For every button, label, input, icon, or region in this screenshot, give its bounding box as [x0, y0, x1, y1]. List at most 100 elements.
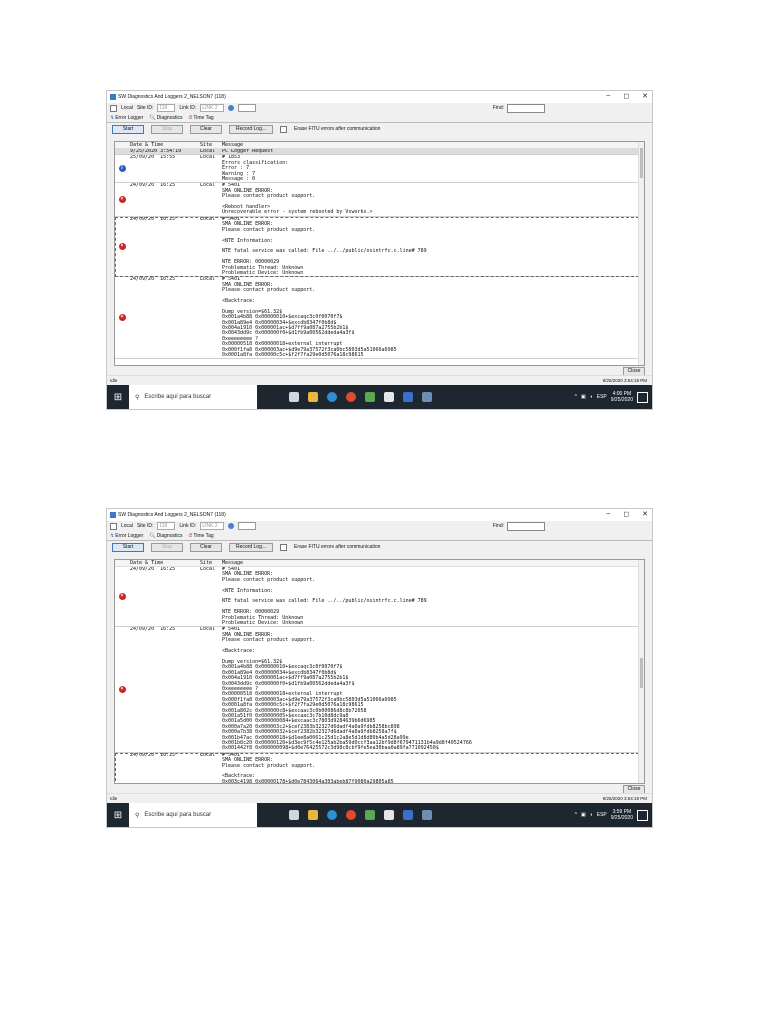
error-logger-icon: ↯ [110, 114, 115, 121]
tab-time-tag[interactable]: ⏱︎ Time Tag [189, 115, 214, 121]
task-view-icon[interactable] [289, 392, 299, 402]
tab-diagnostics[interactable]: 🔍︎ Diagnostics [149, 115, 182, 121]
tab-error-logger[interactable]: ↯ Error Logger [110, 115, 143, 121]
chrome-icon[interactable] [346, 392, 356, 402]
taskbar-clock[interactable]: 4:00 PM 9/25/2020 [611, 391, 633, 403]
taskbar-search[interactable]: ⚲ Escribe aquí para buscar [129, 385, 257, 409]
maximize-icon[interactable]: ◻ [623, 510, 629, 518]
tab-time-tag[interactable]: ⏱︎ Time Tag [189, 533, 214, 539]
stop-button[interactable]: Stop [151, 542, 183, 552]
log-row[interactable]: i 25/09/20 15:55 Local # 1853 Errors classi… [115, 155, 644, 184]
taskbar-search[interactable]: ⚲ Escribe aquí para buscar [129, 803, 257, 827]
globe-icon[interactable] [228, 105, 235, 111]
stop-button[interactable]: Stop [151, 124, 183, 134]
vertical-scrollbar[interactable] [638, 142, 644, 365]
log-date: 24/09/20 16:25 [130, 183, 176, 189]
log-site: Local [200, 216, 216, 222]
record-log-button[interactable]: Record Log... [229, 124, 274, 134]
scrollbar-thumb[interactable] [640, 658, 643, 688]
erase-errors-checkbox[interactable] [280, 125, 288, 133]
close-icon[interactable]: ✕ [642, 510, 648, 518]
scrollbar-thumb[interactable] [640, 148, 643, 178]
find-input[interactable] [507, 103, 545, 113]
close-icon[interactable]: ✕ [642, 92, 648, 100]
clear-button[interactable]: Clear [190, 124, 222, 134]
tab-label: Time Tag [193, 532, 214, 539]
minimize-icon[interactable]: – [606, 92, 610, 100]
column-header-site[interactable]: Site [199, 142, 221, 148]
mail-icon[interactable] [403, 810, 413, 820]
log-row[interactable]: × 24/09/20 16:25 Local # 5401 SMA ONLINE ER… [115, 567, 644, 628]
column-header-date[interactable]: Date & Time [129, 142, 199, 148]
tray-chevron-icon[interactable]: ^ [575, 812, 577, 818]
error-icon: × [118, 686, 126, 694]
minimize-icon[interactable]: – [606, 510, 610, 518]
tab-diagnostics[interactable]: 🔍︎ Diagnostics [149, 533, 182, 539]
diagnostics-app-icon[interactable] [365, 810, 375, 820]
network-tray-icon[interactable]: ▣ [581, 812, 586, 818]
site-id-field[interactable]: 118 [157, 522, 176, 530]
find-input[interactable] [507, 521, 545, 531]
file-explorer-icon[interactable] [308, 392, 318, 402]
info-icon: i [118, 165, 126, 173]
column-header-message[interactable]: Message [221, 142, 644, 148]
keyboard-language[interactable]: ESP [597, 812, 607, 818]
keyboard-language[interactable]: ESP [597, 394, 607, 400]
record-log-button[interactable]: Record Log... [229, 542, 274, 552]
tray-chevron-icon[interactable]: ^ [575, 394, 577, 400]
log-row[interactable]: × 24/09/20 16:25 Local # 5401 SMA ONLINE ER… [115, 627, 644, 753]
tab-error-logger[interactable]: ↯ Error Logger [110, 533, 143, 539]
volume-icon[interactable]: ◖ [590, 812, 593, 818]
logger-controls: Start Stop Clear Record Log... Erase FIT… [107, 123, 652, 135]
network-tray-icon[interactable]: ▣ [581, 394, 586, 400]
error-icon: × [118, 314, 126, 322]
start-button[interactable]: Start [112, 124, 144, 134]
settings-icon[interactable] [384, 392, 394, 402]
taskbar-clock[interactable]: 3:59 PM 9/25/2020 [611, 809, 633, 821]
column-header-site[interactable]: Site [199, 560, 221, 566]
local-checkbox[interactable] [110, 104, 117, 112]
log-row[interactable]: × 24/09/20 16:25 Local # 5401 SMA ONLINE ER… [115, 183, 644, 217]
screenshot-bottom: SW Diagnostics And Loggers 2_NELSON7 (11… [106, 508, 653, 828]
link-id-field[interactable]: LINK 2 [200, 522, 225, 530]
site-id-field[interactable]: 118 [157, 104, 176, 112]
log-row[interactable]: 24/09/20 16:25 Local # 5401 SMA ONLINE ERR… [115, 752, 644, 783]
notepad-icon[interactable] [422, 810, 432, 820]
edge-icon[interactable] [327, 392, 337, 402]
vertical-scrollbar[interactable] [638, 560, 644, 783]
connection-toolbar: Local Site ID: 118 Link ID: LINK 2 Find: [107, 521, 652, 531]
log-site: Local [200, 627, 216, 633]
notifications-icon[interactable] [637, 391, 648, 403]
column-header-date[interactable]: Date & Time [129, 560, 199, 566]
chrome-icon[interactable] [346, 810, 356, 820]
windows-start-icon[interactable]: ⊞ [107, 385, 129, 409]
settings-icon[interactable] [384, 810, 394, 820]
find-label: Find: [492, 523, 504, 529]
diagnostics-app-icon[interactable] [365, 392, 375, 402]
status-timestamp: 9/25/2020 3:54:19 PM [602, 378, 647, 383]
file-explorer-icon[interactable] [308, 810, 318, 820]
log-site: Local [200, 155, 216, 161]
column-header-message[interactable]: Message [221, 560, 644, 566]
mail-icon[interactable] [403, 392, 413, 402]
edge-icon[interactable] [327, 810, 337, 820]
volume-icon[interactable]: ◖ [590, 394, 593, 400]
logger-controls: Start Stop Clear Record Log... Erase FIT… [107, 541, 652, 553]
erase-errors-checkbox[interactable] [280, 543, 288, 551]
link-id-field[interactable]: LINK 2 [200, 104, 225, 112]
notifications-icon[interactable] [637, 809, 648, 821]
log-table-header: Date & Time Site Message [115, 142, 644, 149]
local-checkbox[interactable] [110, 522, 117, 530]
start-button[interactable]: Start [112, 542, 144, 552]
network-icon[interactable] [238, 522, 257, 530]
clear-button[interactable]: Clear [190, 542, 222, 552]
notepad-icon[interactable] [422, 392, 432, 402]
task-view-icon[interactable] [289, 810, 299, 820]
log-row[interactable]: × 24/09/20 16:25 Local # 5401 SMA ONLINE ER… [115, 216, 644, 278]
globe-icon[interactable] [228, 523, 235, 529]
maximize-icon[interactable]: ◻ [623, 92, 629, 100]
log-row[interactable]: × 24/09/20 16:25 Local # 5401 SMA ONLINE ER… [115, 277, 644, 360]
network-icon[interactable] [238, 104, 257, 112]
windows-start-icon[interactable]: ⊞ [107, 803, 129, 827]
diagnostics-icon: 🔍︎ [149, 114, 156, 121]
